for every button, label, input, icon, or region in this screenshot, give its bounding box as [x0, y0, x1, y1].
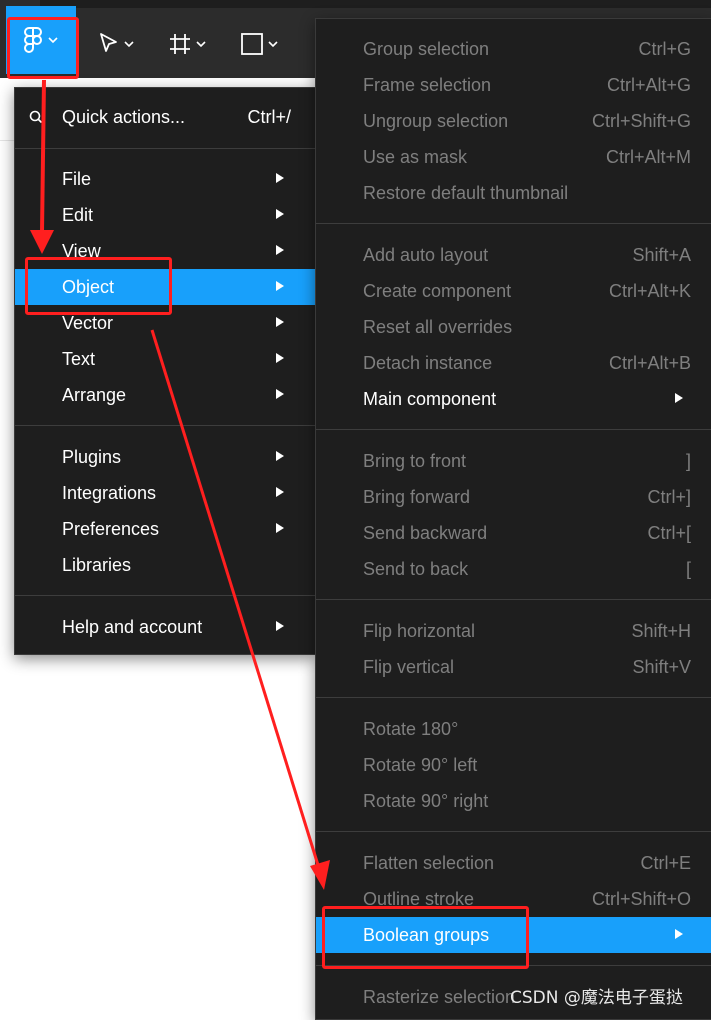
arrow-to-object — [30, 79, 54, 254]
watermark: CSDN @魔法电子蛋挞 — [510, 988, 683, 1008]
arrow-to-boolean-groups — [150, 329, 330, 890]
annotation-arrows — [30, 79, 330, 890]
